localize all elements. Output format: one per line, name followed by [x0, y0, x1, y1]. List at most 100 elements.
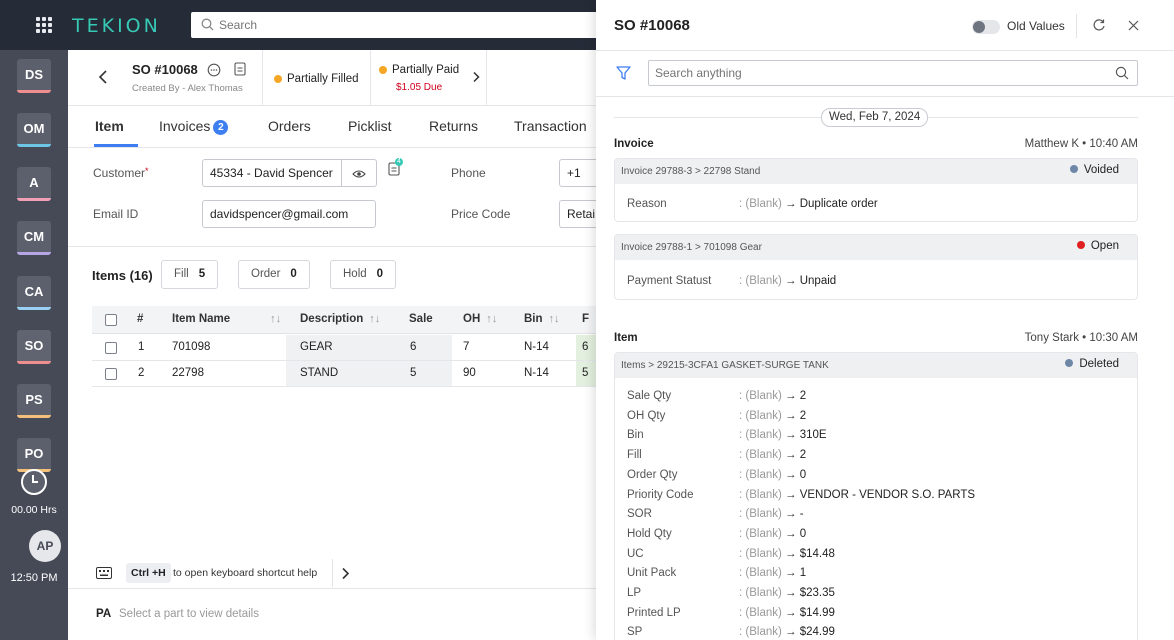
new-value: $14.99 — [799, 606, 835, 619]
global-search-input[interactable] — [219, 16, 519, 34]
table-row[interactable]: 2 22798 STAND 5 90 N-14 5 — [92, 361, 596, 387]
col-item-name[interactable]: Item Name ↑↓ — [172, 313, 281, 325]
cell-sale[interactable]: 6 — [410, 341, 416, 353]
tab-orders[interactable]: Orders — [268, 118, 311, 134]
tab-returns[interactable]: Returns — [429, 118, 478, 134]
old-value: : (Blank) — [739, 429, 782, 442]
status-dot — [1069, 165, 1078, 173]
due-amount: $1.05 Due — [396, 82, 443, 93]
notes-count-badge: 4 — [395, 158, 403, 166]
sort-icon[interactable]: ↑↓ — [486, 313, 497, 325]
cell-sale[interactable]: 5 — [410, 367, 416, 379]
field-change: : (Blank) → Unpaid — [739, 275, 837, 287]
new-value: VENDOR - VENDOR S.O. PARTS — [799, 488, 976, 501]
old-value: : (Blank) — [739, 547, 782, 560]
app-grid-icon[interactable] — [36, 17, 52, 33]
rail-item-ds[interactable]: DS — [17, 59, 51, 93]
email-label: Email ID — [93, 207, 139, 221]
col-number: # — [137, 313, 144, 325]
rail-item-cm[interactable]: CM — [17, 221, 51, 255]
top-bar: TEKION — [0, 0, 611, 50]
sort-icon[interactable]: ↑↓ — [270, 313, 281, 325]
fill-pill[interactable]: Fill 5 — [161, 260, 219, 289]
filter-icon[interactable] — [616, 66, 631, 80]
col-f[interactable]: F — [582, 313, 589, 325]
price-code-field[interactable]: Retai — [559, 200, 596, 228]
old-values-label: Old Values — [1007, 19, 1065, 33]
shortcut-next-button[interactable] — [332, 559, 358, 587]
phone-label: Phone — [451, 166, 486, 180]
customer-label-text: Customer — [93, 166, 146, 180]
select-all-checkbox[interactable] — [105, 314, 117, 326]
sort-icon[interactable]: ↑↓ — [549, 313, 560, 325]
phone-field[interactable]: +1 — [559, 159, 596, 187]
customer-field[interactable]: 45334 - David Spencer — [202, 159, 342, 187]
col-item-name-label: Item Name — [172, 313, 231, 325]
row-checkbox[interactable] — [105, 342, 117, 354]
email-field[interactable]: davidspencer@gmail.com — [202, 200, 376, 228]
items-title: Items (16) — [92, 268, 153, 283]
status-dot — [1065, 359, 1074, 367]
cell-f[interactable]: 6 — [582, 341, 588, 353]
tab-bar: Item Invoices 2 Orders Picklist Returns T… — [68, 106, 596, 148]
field-change: : (Blank) → 0 — [739, 468, 807, 481]
new-value: 2 — [799, 449, 807, 462]
view-customer-button[interactable] — [341, 159, 377, 187]
drawer-search[interactable] — [648, 60, 1138, 86]
clock-icon[interactable] — [21, 469, 47, 495]
cell-item-name[interactable]: 701098 — [172, 341, 210, 353]
shortcut-key: Ctrl +H — [126, 563, 171, 583]
field-name: Order Qty — [627, 468, 678, 481]
new-value: 0 — [799, 527, 807, 540]
rail-item-a[interactable]: A — [17, 167, 51, 201]
chat-icon[interactable] — [207, 63, 221, 77]
field-change: : (Blank) → $24.99 — [739, 626, 835, 639]
col-sale[interactable]: Sale — [409, 313, 433, 325]
card-path[interactable]: Invoice 29788-1 > 701098 Gear — [621, 242, 762, 253]
row-checkbox[interactable] — [105, 368, 117, 380]
tab-transaction[interactable]: Transaction — [514, 118, 587, 134]
cell-description: GEAR — [300, 341, 333, 353]
history-drawer: SO #10068 Old Values Wed, Feb 7, 2024 In… — [596, 0, 1174, 640]
old-value: : (Blank) — [739, 626, 782, 639]
chevron-right-icon[interactable] — [472, 71, 480, 83]
fill-status-text: Partially Filled — [287, 73, 359, 85]
tab-invoices-label: Invoices — [159, 118, 211, 134]
back-arrow-icon[interactable] — [96, 69, 110, 85]
so-number: SO #10068 — [132, 62, 198, 77]
card-path[interactable]: Items > 29215-3CFA1 GASKET-SURGE TANK — [621, 360, 829, 371]
close-icon[interactable] — [1128, 20, 1139, 31]
cell-f[interactable]: 5 — [582, 367, 588, 379]
tab-item[interactable]: Item — [95, 118, 124, 134]
document-icon[interactable] — [234, 62, 246, 76]
rail-item-ps[interactable]: PS — [17, 384, 51, 418]
eye-icon — [352, 170, 366, 178]
old-values-toggle[interactable] — [972, 20, 1000, 34]
sort-icon[interactable]: ↑↓ — [369, 313, 380, 325]
cell-item-name[interactable]: 22798 — [172, 367, 204, 379]
new-value: 2 — [799, 409, 807, 422]
tab-picklist[interactable]: Picklist — [348, 118, 392, 134]
global-search[interactable] — [191, 12, 611, 38]
item-change-card: Items > 29215-3CFA1 GASKET-SURGE TANK De… — [614, 352, 1138, 640]
field-change: : (Blank) → $14.48 — [739, 547, 835, 560]
card-path[interactable]: Invoice 29788-3 > 22798 Stand — [621, 166, 760, 177]
col-bin[interactable]: Bin ↑↓ — [524, 313, 560, 325]
hold-pill[interactable]: Hold 0 — [330, 260, 397, 289]
avatar[interactable]: AP — [29, 530, 61, 562]
tab-invoices[interactable]: Invoices 2 — [159, 118, 229, 135]
table-row[interactable]: 1 701098 GEAR 6 7 N-14 6 — [92, 335, 596, 361]
rail-item-om[interactable]: OM — [17, 113, 51, 147]
order-pill[interactable]: Order 0 — [238, 260, 310, 289]
field-change: : (Blank) → - — [739, 508, 804, 521]
field-name: Reason — [627, 198, 667, 210]
rail-item-po[interactable]: PO — [17, 438, 51, 472]
drawer-search-input[interactable] — [655, 64, 1095, 82]
refresh-icon[interactable] — [1092, 18, 1106, 32]
field-name: Fill — [627, 449, 642, 462]
field-change: : (Blank) → 1 — [739, 567, 807, 580]
rail-item-so[interactable]: SO — [17, 330, 51, 364]
col-description[interactable]: Description ↑↓ — [300, 313, 380, 325]
col-oh[interactable]: OH ↑↓ — [463, 313, 497, 325]
rail-item-ca[interactable]: CA — [17, 276, 51, 310]
